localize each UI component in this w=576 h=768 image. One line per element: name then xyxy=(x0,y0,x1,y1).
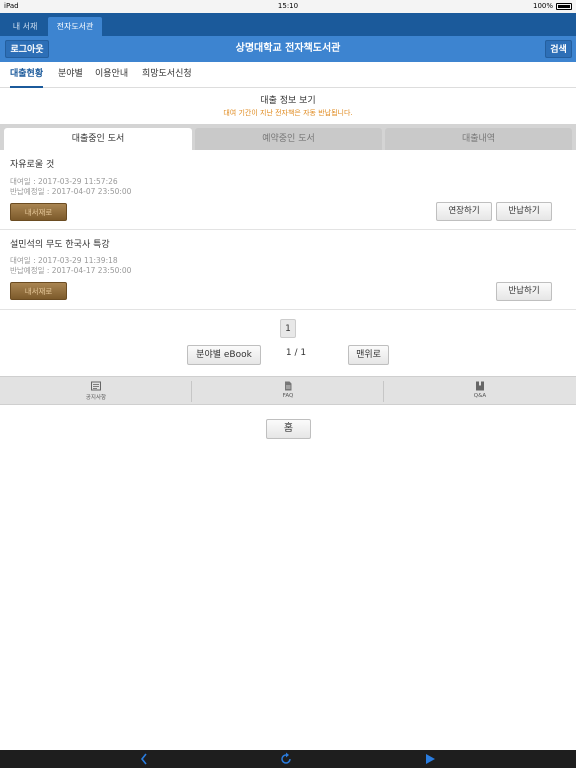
page-number[interactable]: 1 xyxy=(280,319,296,338)
notice-icon xyxy=(91,381,101,391)
status-right: 100% xyxy=(533,2,572,10)
tab-my-library[interactable]: 내 서재 xyxy=(2,17,48,36)
footer-faq[interactable]: FAQ xyxy=(192,377,384,406)
loan-info-title: 대출 정보 보기 xyxy=(260,96,316,106)
status-bar: iPad 15:10 100% xyxy=(0,0,576,13)
return-button[interactable]: 반납하기 xyxy=(496,282,552,301)
battery-icon xyxy=(556,2,572,10)
logout-button[interactable]: 로그아웃 xyxy=(5,40,49,58)
status-time: 15:10 xyxy=(277,2,299,10)
footer-qna-label: Q&A xyxy=(473,393,487,399)
subnav-guide[interactable]: 이용안내 xyxy=(95,62,128,88)
sub-nav: 대출현황 분야별 이용안내 희망도서신청 xyxy=(0,62,576,88)
subnav-category[interactable]: 분야별 xyxy=(58,62,83,88)
footer-notice[interactable]: 공지사항 xyxy=(0,377,192,406)
to-my-shelf-button[interactable]: 내서재로 xyxy=(10,203,67,221)
tab-reserved-books[interactable]: 예약중인 도서 xyxy=(195,128,382,150)
footer-notice-label: 공지사항 xyxy=(85,395,107,401)
back-arrow-icon[interactable] xyxy=(139,751,149,767)
scroll-top-button[interactable]: 맨위로 xyxy=(348,345,389,365)
due-date: 반납예정일 : 2017-04-17 23:50:00 xyxy=(10,266,132,275)
to-my-shelf-button[interactable]: 내서재로 xyxy=(10,282,67,300)
subnav-request-book[interactable]: 희망도서신청 xyxy=(142,62,192,88)
document-icon xyxy=(285,381,292,391)
book-icon xyxy=(476,381,484,391)
return-button[interactable]: 반납하기 xyxy=(496,202,552,221)
page-title: 상명대학교 전자책도서관 xyxy=(235,43,341,54)
extend-button[interactable]: 연장하기 xyxy=(436,202,492,221)
reload-icon[interactable] xyxy=(279,751,293,767)
tab-loan-history[interactable]: 대출내역 xyxy=(385,128,572,150)
browser-toolbar xyxy=(0,750,576,768)
tab-borrowed-books[interactable]: 대출중인 도서 xyxy=(4,128,192,150)
subnav-loan-status[interactable]: 대출현황 xyxy=(10,62,44,88)
category-ebook-button[interactable]: 분야별 eBook xyxy=(187,345,261,365)
header-bar: 상명대학교 전자책도서관 로그아웃 검색 xyxy=(0,36,576,62)
book-row: 설민석의 무도 한국사 특강 대여일 : 2017-03-29 11:39:18… xyxy=(0,230,576,310)
due-date: 반납예정일 : 2017-04-07 23:50:00 xyxy=(10,187,132,196)
footer-faq-label: FAQ xyxy=(282,393,294,399)
loan-tabs: 대출중인 도서 예약중인 도서 대출내역 xyxy=(0,124,576,150)
forward-arrow-icon[interactable] xyxy=(424,751,436,767)
book-title: 설민석의 무도 한국사 특강 xyxy=(10,240,110,250)
top-tab-bar: 내 서재 전자도서관 xyxy=(0,13,576,36)
book-row: 자유로울 것 대여일 : 2017-03-29 11:57:26 반납예정일 :… xyxy=(0,150,576,230)
battery-percent: 100% xyxy=(532,2,553,10)
book-title: 자유로울 것 xyxy=(10,160,55,170)
search-button[interactable]: 검색 xyxy=(545,40,572,58)
page-count: 1 / 1 xyxy=(285,348,307,358)
footer-qna[interactable]: Q&A xyxy=(384,377,576,406)
tab-e-library[interactable]: 전자도서관 xyxy=(48,17,102,36)
auto-return-notice: 대여 기간이 지난 전자책은 자동 반납됩니다. xyxy=(223,109,353,117)
home-button[interactable]: 홈 xyxy=(266,419,311,439)
loan-info: 대출 정보 보기 대여 기간이 지난 전자책은 자동 반납됩니다. xyxy=(0,88,576,124)
footer-menu: 공지사항 FAQ Q&A xyxy=(0,376,576,405)
